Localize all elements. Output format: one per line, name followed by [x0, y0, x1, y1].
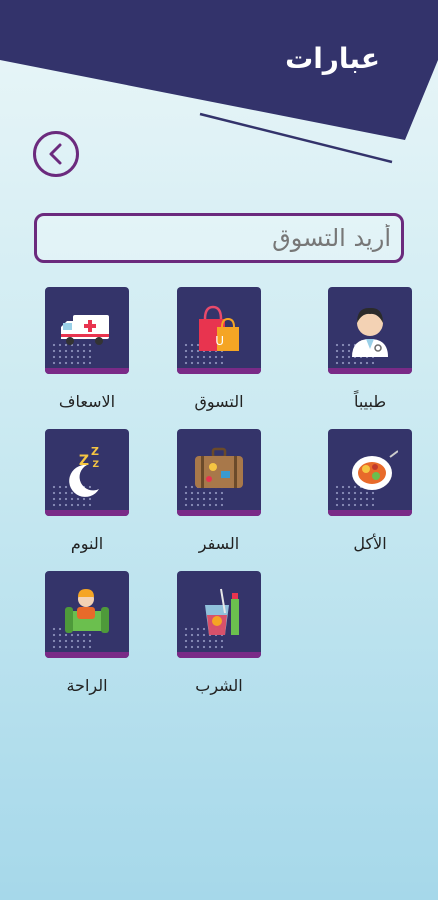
category-ambulance[interactable]: الاسعاف	[42, 287, 132, 411]
category-card	[328, 287, 412, 374]
category-doctor[interactable]: طبيباً	[325, 287, 415, 411]
category-travel[interactable]: السفر	[174, 429, 264, 553]
chevron-left-icon	[49, 143, 62, 165]
category-label: الراحة	[66, 676, 108, 695]
category-sleep[interactable]: Z Z Z النوم	[42, 429, 132, 553]
search-box	[34, 213, 404, 263]
drink-glass-icon	[205, 588, 239, 635]
category-card: U	[177, 287, 261, 374]
doctor-icon	[352, 307, 388, 357]
category-label: السفر	[198, 534, 240, 553]
category-card	[177, 571, 261, 658]
back-button[interactable]	[33, 131, 79, 177]
category-drink[interactable]: الشرب	[174, 571, 264, 695]
category-label: الشرب	[195, 676, 243, 695]
category-card	[45, 571, 129, 658]
category-card: Z Z Z	[45, 429, 129, 516]
category-card	[45, 287, 129, 374]
category-card	[328, 429, 412, 516]
page-title: عبارات	[285, 42, 380, 75]
category-food[interactable]: الأكل	[325, 429, 415, 553]
resting-person-icon	[65, 589, 109, 633]
category-rest[interactable]: الراحة	[42, 571, 132, 695]
search-input[interactable]	[37, 216, 401, 260]
ambulance-icon	[61, 315, 109, 345]
svg-text:Z: Z	[91, 445, 99, 458]
category-label: طبيباً	[353, 392, 387, 411]
category-label: النوم	[70, 534, 104, 553]
category-label: الأكل	[353, 534, 387, 553]
svg-text:U: U	[215, 334, 224, 348]
category-label: التسوق	[194, 392, 244, 411]
svg-text:Z: Z	[79, 453, 89, 469]
food-plate-icon	[352, 450, 398, 490]
moon-sleep-icon: Z Z Z	[69, 445, 99, 497]
svg-text:Z: Z	[92, 460, 99, 470]
shopping-bags-icon: U	[199, 305, 239, 351]
category-shopping[interactable]: U التسوق	[174, 287, 264, 411]
category-label: الاسعاف	[58, 392, 116, 411]
suitcase-icon	[195, 447, 243, 488]
category-card	[177, 429, 261, 516]
